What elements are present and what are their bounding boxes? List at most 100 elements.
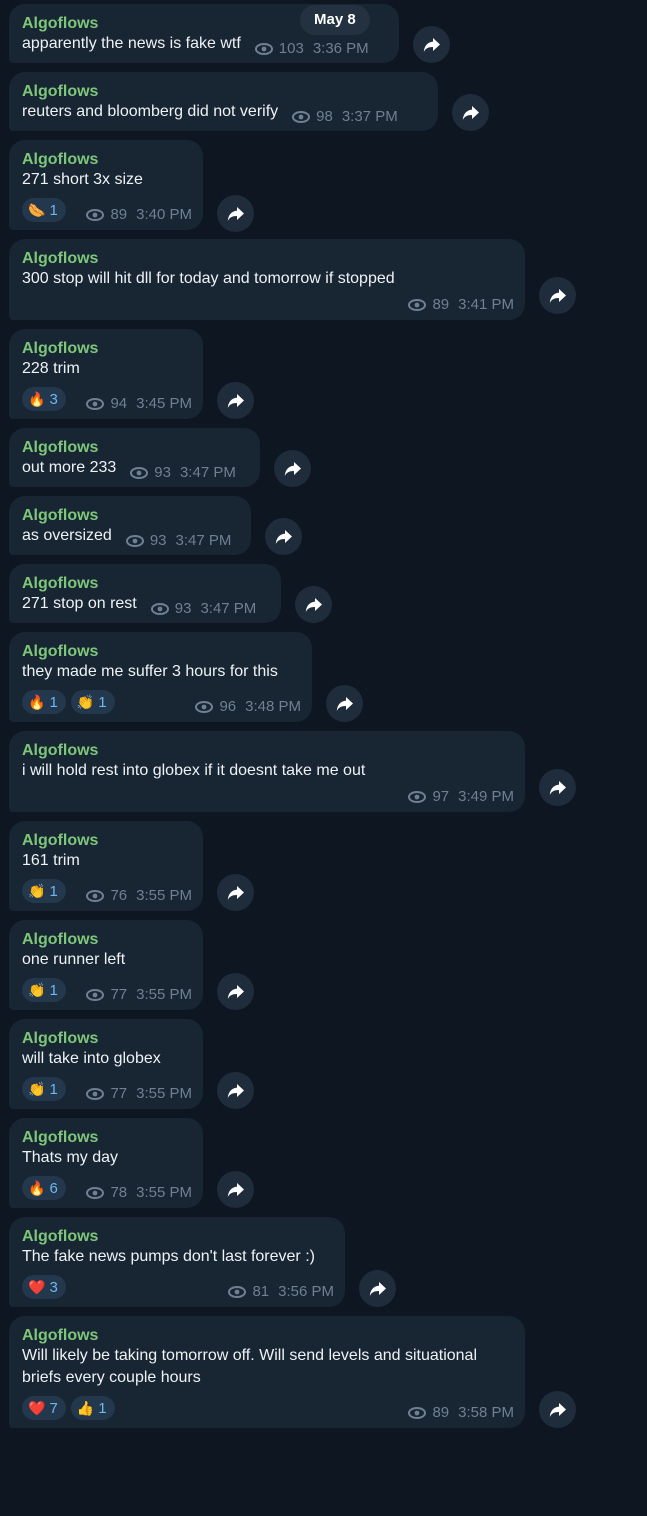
message-meta: 77 3:55 PM	[86, 1085, 192, 1102]
view-count: 93	[154, 464, 171, 481]
forward-button[interactable]	[217, 195, 254, 232]
message-meta: 77 3:55 PM	[86, 986, 192, 1003]
message-time: 3:55 PM	[136, 1184, 192, 1201]
message-time: 3:47 PM	[179, 464, 236, 481]
reaction-chip[interactable]: 👏 1	[22, 978, 66, 1002]
forward-button[interactable]	[217, 382, 254, 419]
sender-name[interactable]: Algoflows	[22, 506, 240, 525]
reactions: ❤️ 3	[22, 1275, 66, 1299]
view-count: 93	[174, 600, 192, 617]
forward-button[interactable]	[217, 1072, 254, 1109]
view-count: 76	[110, 887, 128, 904]
message-row: Algoflows 228 trim 🔥 3 94 3:45 PM	[0, 329, 647, 419]
forward-button[interactable]	[295, 586, 332, 623]
reaction-emoji: 👏	[76, 694, 95, 710]
view-count: 98	[316, 108, 333, 125]
message-row: Algoflows Will likely be taking tomorrow …	[0, 1316, 647, 1428]
eye-icon	[125, 530, 144, 552]
eye-icon	[150, 598, 169, 620]
forward-button[interactable]	[452, 94, 489, 131]
reaction-chip[interactable]: 🔥 6	[22, 1176, 66, 1200]
message-text: out more 233	[22, 459, 117, 476]
forward-button[interactable]	[217, 1171, 254, 1208]
message-meta: 89 3:40 PM	[86, 206, 192, 223]
message-time: 3:45 PM	[136, 395, 192, 412]
message-time: 3:48 PM	[245, 698, 301, 715]
sender-name[interactable]: Algoflows	[22, 831, 192, 850]
forward-button[interactable]	[217, 874, 254, 911]
forward-button[interactable]	[413, 26, 450, 63]
sender-name[interactable]: Algoflows	[22, 574, 270, 593]
sender-name[interactable]: Algoflows	[22, 438, 249, 457]
message-text: apparently the news is fake wtf	[22, 35, 241, 52]
view-count: 81	[252, 1283, 270, 1300]
sender-name[interactable]: Algoflows	[22, 1128, 192, 1147]
forward-button[interactable]	[539, 277, 576, 314]
sender-name[interactable]: Algoflows	[22, 1029, 192, 1048]
forward-arrow-icon	[462, 105, 480, 121]
forward-button[interactable]	[265, 518, 302, 555]
forward-arrow-icon	[227, 885, 245, 901]
reaction-count: 3	[49, 390, 58, 408]
eye-icon	[86, 986, 105, 1003]
view-count: 77	[110, 986, 128, 1003]
message-row: Algoflows they made me suffer 3 hours for…	[0, 632, 647, 722]
sender-name[interactable]: Algoflows	[22, 1227, 334, 1246]
message-row: Algoflows The fake news pumps don't last …	[0, 1217, 647, 1307]
sender-name[interactable]: Algoflows	[22, 1326, 514, 1345]
reaction-chip[interactable]: 🔥 3	[22, 387, 66, 411]
forward-button[interactable]	[217, 973, 254, 1010]
forward-arrow-icon	[227, 206, 245, 222]
message-time: 3:55 PM	[136, 887, 192, 904]
message-meta: 93 3:47 PM	[150, 598, 256, 620]
sender-name[interactable]: Algoflows	[22, 642, 301, 661]
reaction-chip[interactable]: 🔥 1	[22, 690, 66, 714]
reactions: 👏 1	[22, 1077, 66, 1101]
reactions: ❤️ 7 👍 1	[22, 1396, 115, 1420]
reactions: 🔥 3	[22, 387, 66, 411]
message-text: The fake news pumps don't last forever :…	[22, 1248, 315, 1265]
reaction-count: 1	[98, 1399, 107, 1417]
message-bubble: Algoflows 271 short 3x size 🌭 1 89 3:40 PM	[9, 140, 203, 230]
reaction-count: 3	[49, 1278, 58, 1296]
eye-icon	[86, 887, 105, 904]
eye-icon	[86, 1184, 105, 1201]
sender-name[interactable]: Algoflows	[22, 82, 427, 101]
message-row: Algoflows reuters and bloomberg did not v…	[0, 72, 647, 131]
forward-button[interactable]	[274, 450, 311, 487]
sender-name[interactable]: Algoflows	[22, 150, 192, 169]
eye-icon	[408, 1404, 427, 1421]
reaction-chip[interactable]: 👍 1	[70, 1396, 115, 1420]
message-meta: 96 3:48 PM	[195, 698, 301, 715]
forward-button[interactable]	[326, 685, 363, 722]
message-meta: 78 3:55 PM	[86, 1184, 192, 1201]
reaction-chip[interactable]: 👏 1	[22, 1077, 66, 1101]
message-text: Thats my day	[22, 1149, 119, 1166]
forward-arrow-icon	[227, 1083, 245, 1099]
message-time: 3:37 PM	[341, 108, 398, 125]
forward-button[interactable]	[539, 769, 576, 806]
forward-button[interactable]	[539, 1391, 576, 1428]
view-count: 94	[110, 395, 128, 412]
message-text: reuters and bloomberg did not verify	[22, 103, 279, 120]
reaction-chip[interactable]: 👏 1	[22, 879, 66, 903]
reaction-chip[interactable]: ❤️ 3	[22, 1275, 66, 1299]
reaction-chip[interactable]: 👏 1	[70, 690, 115, 714]
reactions: 🔥 6	[22, 1176, 66, 1200]
message-bubble: Algoflows one runner left 👏 1 77 3:55 PM	[9, 920, 203, 1010]
eye-icon	[195, 698, 214, 715]
sender-name[interactable]: Algoflows	[22, 741, 514, 760]
message-row: Algoflows will take into globex 👏 1 77 3:55 P…	[0, 1019, 647, 1109]
message-text: 271 stop on rest	[22, 595, 137, 612]
sender-name[interactable]: Algoflows	[22, 930, 192, 949]
reaction-chip[interactable]: ❤️ 7	[22, 1396, 66, 1420]
message-text: i will hold rest into globex if it doesn…	[22, 762, 366, 779]
reaction-chip[interactable]: 🌭 1	[22, 198, 66, 222]
reaction-emoji: ❤️	[28, 1279, 46, 1295]
eye-icon	[86, 206, 105, 223]
sender-name[interactable]: Algoflows	[22, 249, 514, 268]
sender-name[interactable]: Algoflows	[22, 339, 192, 358]
message-bubble: Algoflows The fake news pumps don't last …	[9, 1217, 345, 1307]
reaction-count: 1	[49, 882, 58, 900]
forward-button[interactable]	[359, 1270, 396, 1307]
